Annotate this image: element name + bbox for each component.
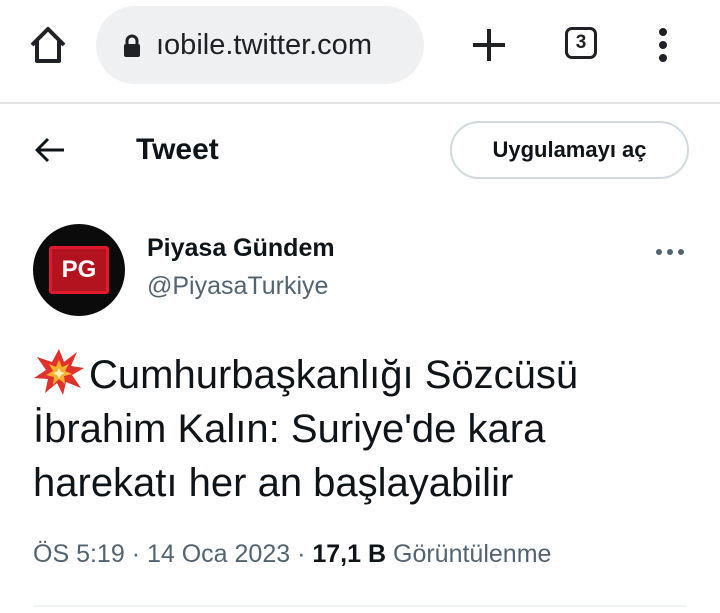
back-button[interactable] (34, 135, 66, 165)
avatar[interactable]: PG (33, 224, 125, 316)
tab-switcher-button[interactable]: 3 (565, 27, 597, 59)
plus-icon (473, 29, 505, 61)
views-label: Görüntülenme (393, 540, 552, 568)
browser-toolbar: ıobile.twitter.com 3 (0, 0, 720, 104)
avatar-logo: PG (49, 246, 109, 294)
url-text: ıobile.twitter.com (156, 29, 372, 61)
address-bar[interactable]: ıobile.twitter.com (96, 6, 424, 84)
new-tab-button[interactable] (470, 26, 508, 64)
meta-separator: · (131, 540, 141, 568)
tweet-meta: ÖS 5:19 · 14 Oca 2023 · 17,1 B Görüntüle… (33, 540, 551, 569)
tweet-date[interactable]: 14 Oca 2023 (147, 540, 290, 568)
kebab-menu-icon (659, 28, 667, 62)
home-icon (30, 27, 66, 63)
open-app-button[interactable]: Uygulamayı aç (450, 121, 689, 179)
author-name[interactable]: Piyasa Gündem (147, 234, 335, 263)
divider (33, 605, 687, 607)
meta-separator: · (297, 540, 306, 568)
tweet-text: Cumhurbaşkanlığı Sözcüsü İbrahim Kalın: … (33, 348, 693, 510)
tweet-time[interactable]: ÖS 5:19 (33, 540, 125, 568)
more-options-button[interactable] (655, 244, 685, 255)
page-title: Tweet (136, 133, 219, 166)
tweet-text-content: Cumhurbaşkanlığı Sözcüsü İbrahim Kalın: … (33, 353, 579, 505)
browser-menu-button[interactable] (657, 27, 669, 63)
home-button[interactable] (26, 23, 70, 67)
arrow-left-icon (35, 137, 64, 163)
views-count: 17,1 B (312, 540, 387, 568)
collision-icon (34, 349, 84, 395)
author-handle[interactable]: @PiyasaTurkiye (147, 272, 328, 301)
more-icon (656, 249, 684, 255)
lock-icon (124, 34, 140, 57)
